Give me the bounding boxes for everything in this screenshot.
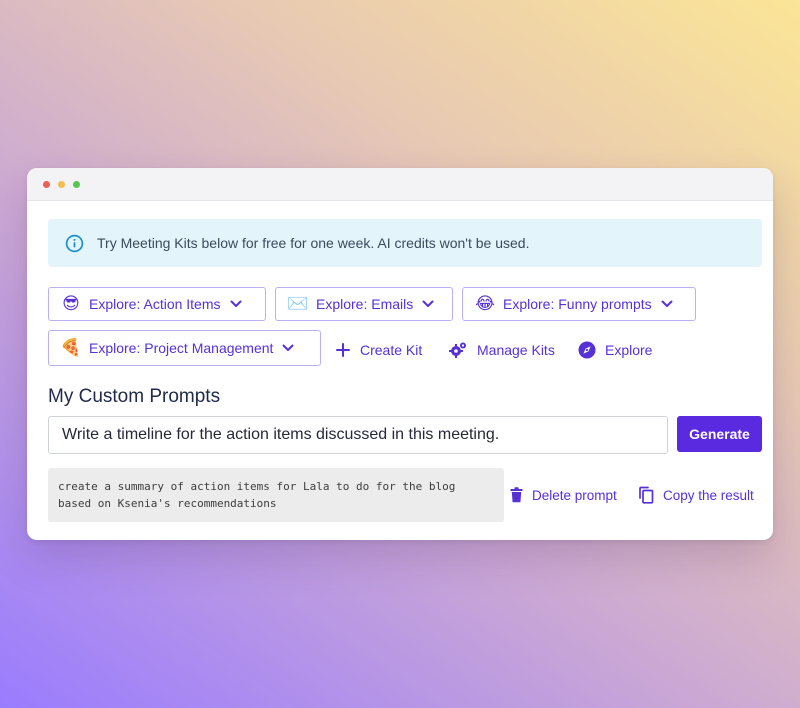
chevron-down-icon	[422, 300, 434, 308]
create-kit-button[interactable]: Create Kit	[335, 339, 422, 361]
kit-label: Explore: Emails	[316, 296, 414, 312]
kit-dropdown-emails[interactable]: ✉️ Explore: Emails	[275, 287, 453, 321]
explore-button[interactable]: Explore	[578, 339, 652, 361]
minimize-window-button[interactable]	[58, 181, 65, 188]
maximize-window-button[interactable]	[73, 181, 80, 188]
copy-icon	[638, 486, 654, 504]
close-window-button[interactable]	[43, 181, 50, 188]
chevron-down-icon	[661, 300, 673, 308]
custom-prompt-input[interactable]	[48, 416, 668, 454]
plus-icon	[335, 342, 351, 358]
explore-label: Explore	[605, 342, 653, 358]
create-kit-label: Create Kit	[360, 342, 423, 358]
info-icon	[65, 234, 84, 253]
envelope-emoji-icon: ✉️	[287, 294, 309, 313]
chevron-down-icon	[230, 300, 242, 308]
delete-prompt-label: Delete prompt	[532, 487, 617, 503]
gears-icon	[448, 341, 468, 359]
trial-info-banner: Try Meeting Kits below for free for one …	[48, 219, 762, 267]
compass-icon	[578, 341, 596, 359]
window-titlebar	[27, 168, 773, 201]
chevron-down-icon	[282, 344, 294, 352]
delete-prompt-button[interactable]: Delete prompt	[510, 485, 617, 505]
trash-icon	[510, 487, 523, 503]
banner-text: Try Meeting Kits below for free for one …	[97, 235, 530, 251]
kit-label: Explore: Action Items	[89, 296, 221, 312]
app-window: Try Meeting Kits below for free for one …	[27, 168, 773, 540]
custom-prompts-title: My Custom Prompts	[48, 386, 221, 407]
kit-dropdown-project-management[interactable]: 🍕 Explore: Project Management	[48, 330, 321, 366]
kit-dropdown-funny-prompts[interactable]: 😂 Explore: Funny prompts	[462, 287, 696, 321]
kit-label: Explore: Project Management	[89, 340, 274, 356]
manage-kits-label: Manage Kits	[477, 342, 555, 358]
kit-dropdown-action-items[interactable]: 😎 Explore: Action Items	[48, 287, 266, 321]
laughing-emoji-icon: 😂	[475, 294, 495, 313]
pizza-emoji-icon: 🍕	[60, 338, 82, 357]
copy-result-button[interactable]: Copy the result	[638, 485, 754, 505]
sunglasses-emoji-icon: 😎	[62, 294, 80, 313]
generate-button[interactable]: Generate	[677, 416, 762, 452]
saved-prompt-text: create a summary of action items for Lal…	[48, 468, 504, 522]
manage-kits-button[interactable]: Manage Kits	[448, 339, 555, 361]
kit-label: Explore: Funny prompts	[503, 296, 652, 312]
copy-result-label: Copy the result	[663, 487, 754, 503]
